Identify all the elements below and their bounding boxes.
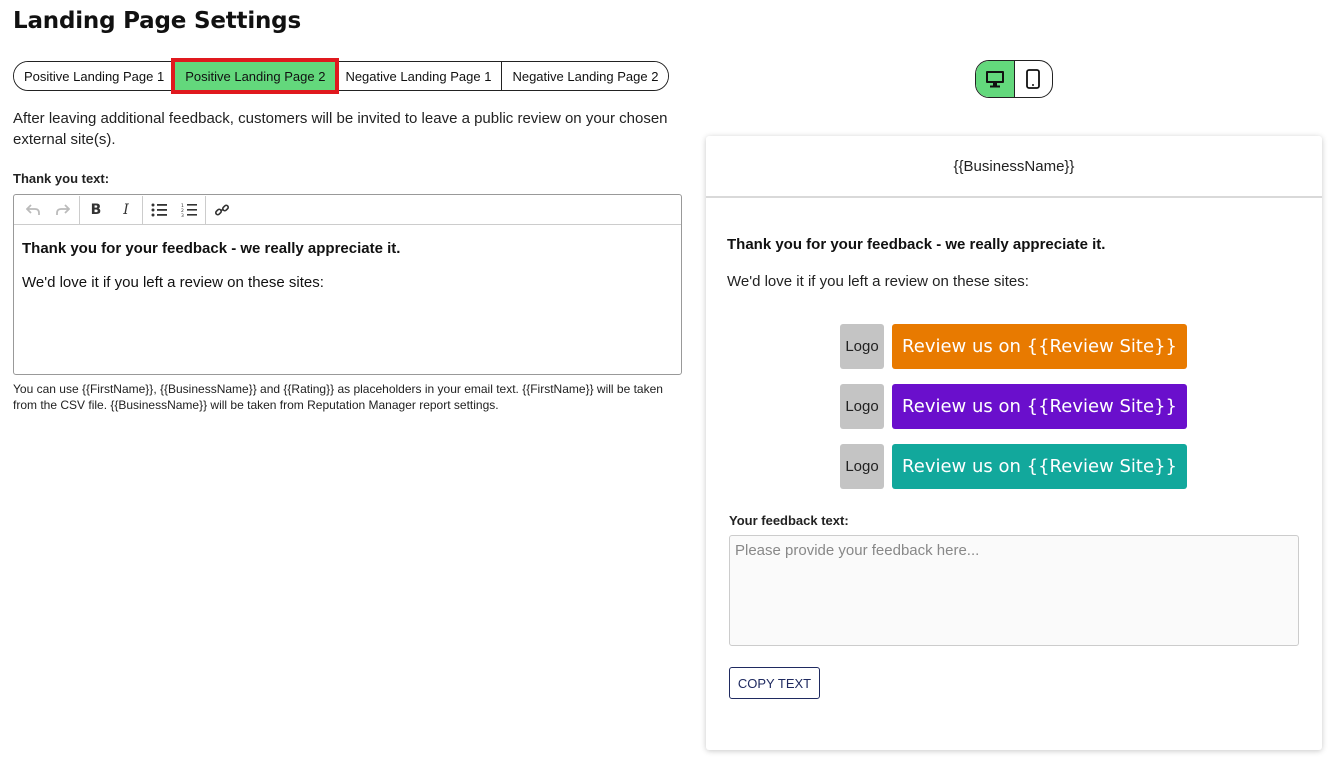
feedback-label: Your feedback text:	[729, 513, 849, 528]
toolbar-divider	[205, 195, 206, 224]
editor-line-review-request: We'd love it if you left a review on the…	[22, 274, 324, 291]
landing-page-tabs: Positive Landing Page 1 Positive Landing…	[13, 58, 670, 94]
undo-icon[interactable]	[18, 196, 48, 224]
feedback-textarea[interactable]	[729, 535, 1299, 646]
preview-review-request-text: We'd love it if you left a review on the…	[727, 273, 1029, 290]
preview-thanks-text: Thank you for your feedback - we really …	[727, 236, 1106, 253]
toolbar-divider	[142, 195, 143, 224]
landing-page-preview: {{BusinessName}} Thank you for your feed…	[706, 136, 1322, 750]
thank-you-label: Thank you text:	[13, 171, 110, 186]
thank-you-editor: B I 1 2 3 Thank you for your feedback - …	[13, 194, 682, 375]
review-site-row: Logo Review us on {{Review Site}}	[840, 444, 1187, 489]
toolbar-divider	[79, 195, 80, 224]
desktop-view-button[interactable]	[976, 61, 1015, 97]
numbered-list-icon[interactable]: 1 2 3	[174, 196, 204, 224]
bold-button[interactable]: B	[81, 196, 111, 224]
review-site-button[interactable]: Review us on {{Review Site}}	[892, 324, 1187, 369]
device-toggle	[975, 60, 1053, 98]
review-site-logo: Logo	[840, 384, 884, 429]
review-site-logo: Logo	[840, 324, 884, 369]
bullet-list-icon[interactable]	[144, 196, 174, 224]
editor-content[interactable]: Thank you for your feedback - we really …	[14, 225, 681, 321]
link-icon[interactable]	[207, 196, 237, 224]
desktop-icon	[985, 71, 1004, 88]
review-site-logo: Logo	[840, 444, 884, 489]
tab-negative-landing-page-1[interactable]: Negative Landing Page 1	[335, 62, 503, 90]
svg-text:3: 3	[181, 213, 184, 217]
editor-toolbar: B I 1 2 3	[14, 195, 681, 225]
redo-icon[interactable]	[48, 196, 78, 224]
editor-line-thanks: Thank you for your feedback - we really …	[22, 240, 401, 257]
placeholder-help-text: You can use {{FirstName}}, {{BusinessNam…	[13, 382, 663, 412]
tab-positive-landing-page-1[interactable]: Positive Landing Page 1	[14, 62, 176, 90]
review-site-row: Logo Review us on {{Review Site}}	[840, 384, 1187, 429]
mobile-icon	[1026, 69, 1041, 89]
preview-business-name: {{BusinessName}}	[706, 136, 1322, 198]
copy-text-button[interactable]: COPY TEXT	[729, 667, 820, 699]
tab-negative-landing-page-2[interactable]: Negative Landing Page 2	[502, 62, 669, 90]
review-site-button[interactable]: Review us on {{Review Site}}	[892, 384, 1187, 429]
page-title: Landing Page Settings	[13, 8, 301, 34]
intro-text: After leaving additional feedback, custo…	[13, 110, 668, 148]
mobile-view-button[interactable]	[1015, 61, 1053, 97]
review-site-row: Logo Review us on {{Review Site}}	[840, 324, 1187, 369]
review-site-button[interactable]: Review us on {{Review Site}}	[892, 444, 1187, 489]
italic-button[interactable]: I	[111, 196, 141, 224]
tab-positive-landing-page-2[interactable]: Positive Landing Page 2	[171, 58, 340, 94]
